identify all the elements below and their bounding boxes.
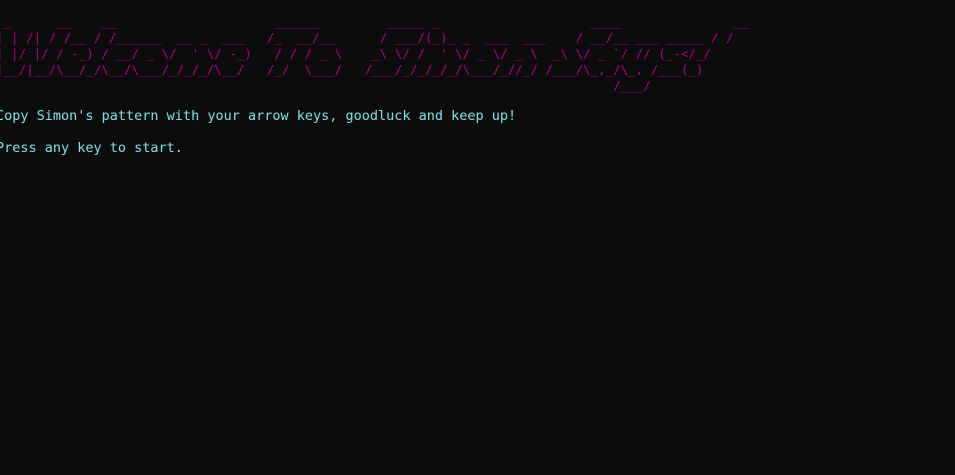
terminal-window[interactable]: _ __ __ ______ _____ _ ____ __ | | /| / … — [0, 0, 955, 475]
start-prompt-text: Press any key to start. — [0, 140, 183, 156]
instructions-text: Copy Simon's pattern with your arrow key… — [0, 108, 517, 124]
welcome-ascii-banner: _ __ __ ______ _____ _ ____ __ | | /| / … — [0, 14, 749, 93]
